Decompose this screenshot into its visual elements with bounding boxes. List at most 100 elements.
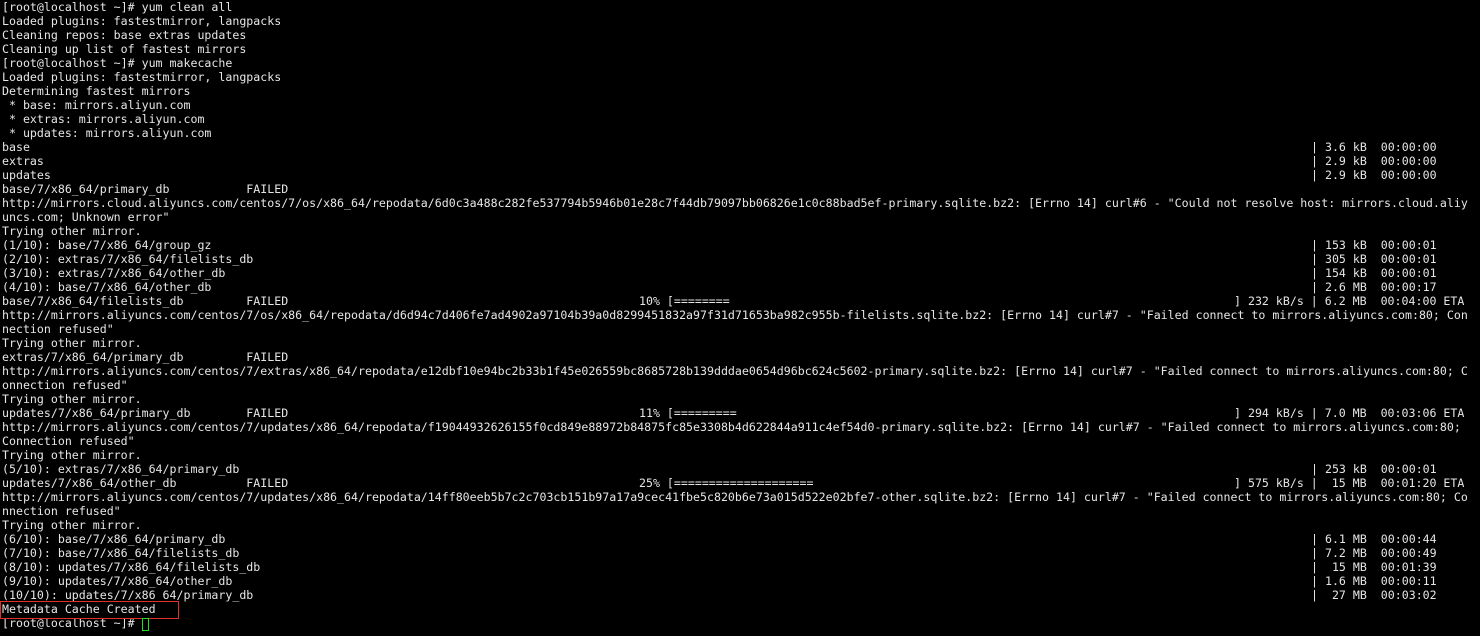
terminal-line: (7/10): base/7/x86_64/filelists_db | 7.2 … [2,546,1478,560]
terminal-line: Connection refused" [2,434,1478,448]
terminal-line: http://mirrors.aliyuncs.com/centos/7/ext… [2,364,1478,378]
terminal-line: extras/7/x86_64/primary_db FAILED [2,350,1478,364]
terminal-line: Cleaning repos: base extras updates [2,28,1478,42]
terminal-line: (4/10): base/7/x86_64/other_db | 2.6 MB 0… [2,280,1478,294]
terminal-line: updates/7/x86_64/other_db FAILED 25% [===… [2,476,1478,490]
terminal-line: base/7/x86_64/filelists_db FAILED 10% [==… [2,294,1478,308]
terminal-line: (3/10): extras/7/x86_64/other_db | 154 kB… [2,266,1478,280]
line-text: (10/10): updates/7/x86_64/primary_db [2,588,254,602]
line-text: extras [2,154,44,168]
line-text: * updates: mirrors.aliyun.com [2,126,212,140]
terminal-line: * base: mirrors.aliyun.com [2,98,1478,112]
line-text: Trying other mirror. [2,392,142,406]
terminal-line: (9/10): updates/7/x86_64/other_db | 1.6 M… [2,574,1478,588]
line-text: (8/10): updates/7/x86_64/filelists_db [2,560,261,574]
terminal-line: * extras: mirrors.aliyun.com [2,112,1478,126]
terminal-line: updates | 2.9 kB 00:00:00 [2,168,1478,182]
terminal-line: [root@localhost ~]# yum clean all [2,0,1478,14]
terminal-line: Trying other mirror. [2,224,1478,238]
line-text: base/7/x86_64/filelists_db FAILED [2,294,289,308]
line-text: [root@localhost ~]# yum makecache [2,56,233,70]
line-text: (3/10): extras/7/x86_64/other_db [2,266,226,280]
line-text: updates/7/x86_64/primary_db FAILED [2,406,289,420]
download-size: | 27 MB 00:03:02 [1311,588,1437,602]
download-size: | 7.2 MB 00:00:49 [1311,546,1437,560]
download-size: | 2.6 MB 00:00:17 [1311,280,1437,294]
line-text: Cleaning up list of fastest mirrors [2,42,247,56]
terminal-line: Cleaning up list of fastest mirrors [2,42,1478,56]
download-size: | 153 kB 00:00:01 [1311,238,1437,252]
line-text: http://mirrors.aliyuncs.com/centos/7/upd… [2,420,1461,434]
progress-bar-text: 25% [==================== [639,476,814,490]
line-text: (7/10): base/7/x86_64/filelists_db [2,546,240,560]
line-text: * base: mirrors.aliyun.com [2,98,191,112]
terminal-line: nection refused" [2,322,1478,336]
terminal-line: Metadata Cache Created [2,602,1478,616]
download-size: | 2.9 kB 00:00:00 [1311,154,1437,168]
download-size: | 15 MB 00:01:39 [1311,560,1437,574]
terminal-line: extras | 2.9 kB 00:00:00 [2,154,1478,168]
line-text: base/7/x86_64/primary_db FAILED [2,182,289,196]
terminal-line: * updates: mirrors.aliyun.com [2,126,1478,140]
line-text: onnection refused" [2,378,128,392]
line-text: (4/10): base/7/x86_64/other_db [2,280,212,294]
terminal-line: (1/10): base/7/x86_64/group_gz | 153 kB 0… [2,238,1478,252]
line-text: nection refused" [2,322,114,336]
terminal-line: Determining fastest mirrors [2,84,1478,98]
terminal-line: (8/10): updates/7/x86_64/filelists_db | 1… [2,560,1478,574]
terminal-line: Trying other mirror. [2,448,1478,462]
download-size: | 6.1 MB 00:00:44 [1311,532,1437,546]
line-text: nnection refused" [2,504,121,518]
line-text: uncs.com; Unknown error" [2,210,170,224]
terminal-line: base/7/x86_64/primary_db FAILED [2,182,1478,196]
terminal-line: (5/10): extras/7/x86_64/primary_db | 253 … [2,462,1478,476]
terminal-line: Loaded plugins: fastestmirror, langpacks [2,70,1478,84]
line-text: http://mirrors.aliyuncs.com/centos/7/upd… [2,490,1468,504]
line-text: Trying other mirror. [2,336,142,350]
line-text: http://mirrors.cloud.aliyuncs.com/centos… [2,196,1468,210]
terminal-line: (2/10): extras/7/x86_64/filelists_db | 30… [2,252,1478,266]
line-text: extras/7/x86_64/primary_db FAILED [2,350,289,364]
line-text: updates/7/x86_64/other_db FAILED [2,476,289,490]
line-text: Connection refused" [2,434,135,448]
line-text: base [2,140,30,154]
line-text: Trying other mirror. [2,448,142,462]
download-size: | 253 kB 00:00:01 [1311,462,1437,476]
terminal-line: onnection refused" [2,378,1478,392]
terminal-line: [root@localhost ~]# yum makecache [2,56,1478,70]
line-text: * extras: mirrors.aliyun.com [2,112,205,126]
progress-bar-text: 10% [======== [639,294,730,308]
line-text: (5/10): extras/7/x86_64/primary_db [2,462,240,476]
terminal-line: nnection refused" [2,504,1478,518]
download-size: | 1.6 MB 00:00:11 [1311,574,1437,588]
line-text: (2/10): extras/7/x86_64/filelists_db [2,252,254,266]
terminal-line: updates/7/x86_64/primary_db FAILED 11% [=… [2,406,1478,420]
terminal-line: base | 3.6 kB 00:00:00 [2,140,1478,154]
line-text: http://mirrors.aliyuncs.com/centos/7/ext… [2,364,1468,378]
line-text: Cleaning repos: base extras updates [2,28,247,42]
line-text: Loaded plugins: fastestmirror, langpacks [2,70,282,84]
terminal-line: Trying other mirror. [2,392,1478,406]
terminal-line: http://mirrors.aliyuncs.com/centos/7/upd… [2,420,1478,434]
terminal-window[interactable]: [root@localhost ~]# yum clean all Loaded … [0,0,1480,636]
line-text: Trying other mirror. [2,518,142,532]
line-text: Trying other mirror. [2,224,142,238]
terminal-line: [root@localhost ~]# [2,616,1478,630]
line-text: (6/10): base/7/x86_64/primary_db [2,532,226,546]
line-text: (1/10): base/7/x86_64/group_gz [2,238,212,252]
terminal-cursor [142,618,149,631]
terminal-line: Loaded plugins: fastestmirror, langpacks [2,14,1478,28]
download-size: | 154 kB 00:00:01 [1311,266,1437,280]
transfer-rate: ] 294 kB/s | 7.0 MB 00:03:06 ETA [1234,406,1465,420]
transfer-rate: ] 232 kB/s | 6.2 MB 00:04:00 ETA [1234,294,1465,308]
line-text: http://mirrors.aliyuncs.com/centos/7/os/… [2,308,1468,322]
terminal-line: Trying other mirror. [2,336,1478,350]
terminal-line: (6/10): base/7/x86_64/primary_db | 6.1 MB… [2,532,1478,546]
line-text: updates [2,168,51,182]
terminal-line: Trying other mirror. [2,518,1478,532]
line-text: Loaded plugins: fastestmirror, langpacks [2,14,282,28]
terminal-line: uncs.com; Unknown error" [2,210,1478,224]
line-text: Determining fastest mirrors [2,84,191,98]
terminal-line: http://mirrors.aliyuncs.com/centos/7/upd… [2,490,1478,504]
line-text: (9/10): updates/7/x86_64/other_db [2,574,233,588]
